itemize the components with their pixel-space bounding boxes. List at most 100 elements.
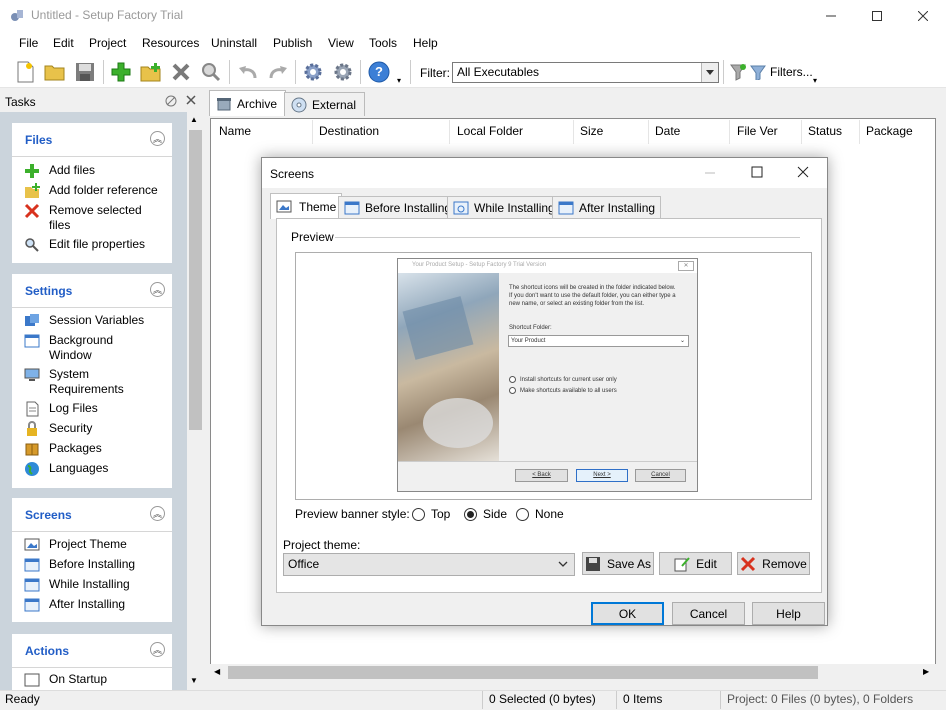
tab-external[interactable]: External — [284, 92, 366, 116]
remove-button[interactable]: Remove — [737, 552, 810, 575]
setup-preview-window: Your Product Setup - Setup Factory 9 Tri… — [397, 258, 698, 492]
add-folder-icon[interactable] — [138, 58, 164, 86]
preview-folder-select: Your Product ⌄ — [508, 335, 689, 347]
close-pane-icon[interactable] — [185, 94, 197, 109]
column-size[interactable]: Size — [580, 124, 603, 138]
menu-help[interactable]: Help — [413, 36, 438, 50]
minimize-button[interactable] — [808, 0, 854, 32]
close-button[interactable] — [900, 0, 946, 32]
preview-next-button: Next > — [576, 469, 628, 482]
column-name[interactable]: Name — [219, 124, 251, 138]
preview-title: Your Product Setup - Setup Factory 9 Tri… — [398, 259, 697, 273]
collapse-icon[interactable]: ︽ — [150, 131, 165, 146]
window-icon — [24, 334, 40, 348]
package-icon — [25, 443, 39, 456]
tasks-title: Tasks — [5, 95, 36, 109]
radio-side[interactable]: Side — [464, 507, 507, 521]
project-theme-label: Project theme: — [283, 538, 361, 552]
preview-text-1: The shortcut icons will be created in th… — [509, 285, 676, 291]
status-items: 0 Items — [623, 692, 663, 706]
scroll-left-icon[interactable]: ◀ — [214, 667, 220, 676]
radio-none[interactable]: None — [516, 507, 564, 521]
undo-icon[interactable] — [235, 58, 261, 86]
collapse-icon[interactable]: ︽ — [150, 642, 165, 657]
scroll-up-icon[interactable]: ▲ — [190, 115, 198, 124]
menu-tools[interactable]: Tools — [369, 36, 397, 50]
collapse-icon[interactable]: ︽ — [150, 506, 165, 521]
menu-uninstall[interactable]: Uninstall — [211, 36, 257, 50]
save-as-button[interactable]: Save As — [582, 552, 654, 575]
column-destination[interactable]: Destination — [319, 124, 379, 138]
menu-resources[interactable]: Resources — [142, 36, 199, 50]
lock-icon — [27, 421, 37, 436]
actions-group: Actions ︽ On Startup — [12, 634, 172, 690]
help-button[interactable]: Help — [752, 602, 825, 625]
funnel-icon — [750, 65, 766, 80]
chevron-down-icon — [558, 558, 568, 572]
tab-archive[interactable]: Archive — [209, 90, 287, 116]
help-icon[interactable]: ? — [366, 58, 392, 86]
dialog-maximize-button[interactable] — [751, 166, 763, 181]
filters-button-label: Filters... — [770, 65, 813, 79]
search-icon[interactable] — [198, 58, 224, 86]
menu-file[interactable]: File — [19, 36, 38, 50]
add-files-icon[interactable] — [108, 58, 134, 86]
filters-button[interactable]: Filters... — [750, 64, 813, 80]
screen-icon — [344, 201, 360, 214]
dialog-minimize-button[interactable] — [704, 166, 716, 181]
new-file-icon[interactable] — [12, 58, 38, 86]
hscroll-thumb[interactable] — [228, 666, 818, 679]
filters-dropdown-icon[interactable]: ▾ — [813, 76, 817, 85]
column-file-ver[interactable]: File Ver — [737, 124, 778, 138]
filter-value: All Executables — [457, 65, 540, 79]
settings-group-title: Settings — [25, 284, 73, 298]
menu-edit[interactable]: Edit — [53, 36, 74, 50]
column-package[interactable]: Package — [866, 124, 913, 138]
maximize-button[interactable] — [854, 0, 900, 32]
scroll-down-icon[interactable]: ▼ — [190, 676, 198, 685]
dialog-tab-while-installing[interactable]: While Installing — [447, 196, 561, 218]
redo-icon[interactable] — [265, 58, 291, 86]
project-theme-select[interactable]: Office — [283, 553, 575, 576]
settings-gear-icon[interactable] — [330, 58, 356, 86]
dialog-close-button[interactable] — [797, 166, 809, 181]
screens-group-title: Screens — [25, 508, 72, 522]
column-local-folder[interactable]: Local Folder — [457, 124, 523, 138]
toolbar-overflow-icon[interactable]: ▾ — [397, 76, 401, 85]
pin-icon[interactable] — [164, 94, 178, 111]
actions-group-title: Actions — [25, 644, 70, 658]
banner-style-label: Preview banner style: — [295, 507, 410, 521]
menu-view[interactable]: View — [328, 36, 354, 50]
save-icon[interactable] — [72, 58, 98, 86]
dialog-tab-before-installing[interactable]: Before Installing — [338, 196, 458, 218]
computer-icon — [24, 368, 40, 381]
theme-tab-icon — [276, 200, 292, 212]
menu-publish[interactable]: Publish — [273, 36, 312, 50]
scroll-thumb[interactable] — [189, 130, 202, 430]
dialog-tab-after-installing[interactable]: After Installing — [552, 196, 662, 218]
build-gear-icon[interactable] — [300, 58, 326, 86]
disc-icon — [291, 97, 307, 112]
preview-close-icon: ✕ — [678, 261, 694, 271]
preview-label: Preview — [291, 230, 334, 244]
preview-text-3: new name, or select an existing folder f… — [509, 301, 645, 307]
edit-button[interactable]: Edit — [659, 552, 732, 575]
cancel-button[interactable]: Cancel — [672, 602, 745, 625]
scroll-right-icon[interactable]: ▶ — [923, 667, 929, 676]
collapse-icon[interactable]: ︽ — [150, 282, 165, 297]
open-folder-icon[interactable] — [42, 58, 68, 86]
filter-select[interactable]: All Executables — [452, 62, 719, 83]
dialog-tab-theme[interactable]: Theme — [270, 193, 343, 219]
tasks-scrollbar[interactable]: ▲ ▼ — [187, 112, 204, 690]
remove-icon[interactable] — [168, 58, 194, 86]
screen-icon — [453, 201, 469, 214]
ok-button[interactable]: OK — [591, 602, 664, 625]
filter-add-icon[interactable] — [726, 58, 752, 86]
radio-top[interactable]: Top — [412, 507, 450, 521]
list-hscrollbar[interactable]: ◀ ▶ — [210, 664, 936, 681]
column-status[interactable]: Status — [808, 124, 842, 138]
column-date[interactable]: Date — [655, 124, 680, 138]
radio-circle-selected — [464, 507, 477, 521]
menu-project[interactable]: Project — [89, 36, 126, 50]
red-x-icon — [741, 556, 756, 571]
